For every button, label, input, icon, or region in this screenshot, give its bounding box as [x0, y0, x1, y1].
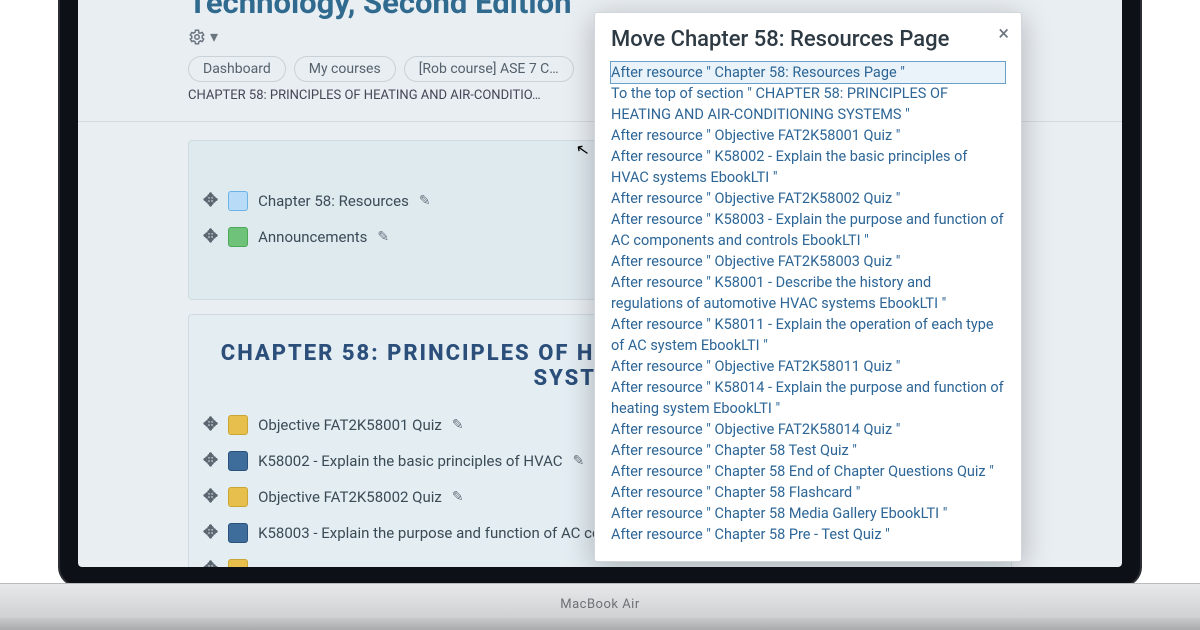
- modal-title: Move Chapter 58: Resources Page: [611, 27, 1005, 52]
- move-destination-option[interactable]: After resource " Chapter 58: Resources P…: [611, 62, 1005, 83]
- move-destination-option[interactable]: After resource " Objective FAT2K58003 Qu…: [611, 251, 1005, 272]
- move-destination-option[interactable]: After resource " K58001 - Describe the h…: [611, 272, 1005, 314]
- move-destination-option[interactable]: After resource " Chapter 58 Pre - Test Q…: [611, 524, 1005, 545]
- laptop-brand-label: MacBook Air: [0, 597, 1200, 612]
- modal-destination-list: After resource " Chapter 58: Resources P…: [611, 62, 1005, 545]
- move-destination-option[interactable]: To the top of section " CHAPTER 58: PRIN…: [611, 83, 1005, 125]
- move-destination-option[interactable]: After resource " Objective FAT2K58014 Qu…: [611, 419, 1005, 440]
- move-destination-option[interactable]: After resource " Objective FAT2K58002 Qu…: [611, 188, 1005, 209]
- move-destination-option[interactable]: After resource " Chapter 58 End of Chapt…: [611, 461, 1005, 482]
- move-chapter-modal: × Move Chapter 58: Resources Page After …: [594, 12, 1022, 562]
- move-destination-option[interactable]: After resource " Objective FAT2K58011 Qu…: [611, 356, 1005, 377]
- move-destination-option[interactable]: After resource " Chapter 58 Flashcard ": [611, 482, 1005, 503]
- move-destination-option[interactable]: After resource " Chapter 58 Media Galler…: [611, 503, 1005, 524]
- move-destination-option[interactable]: After resource " K58011 - Explain the op…: [611, 314, 1005, 356]
- close-icon[interactable]: ×: [998, 21, 1009, 45]
- move-destination-option[interactable]: After resource " K58003 - Explain the pu…: [611, 209, 1005, 251]
- move-destination-option[interactable]: After resource " Chapter 58 Test Quiz ": [611, 440, 1005, 461]
- move-destination-option[interactable]: After resource " K58014 - Explain the pu…: [611, 377, 1005, 419]
- move-destination-option[interactable]: After resource " K58002 - Explain the ba…: [611, 146, 1005, 188]
- move-destination-option[interactable]: After resource " Objective FAT2K58001 Qu…: [611, 125, 1005, 146]
